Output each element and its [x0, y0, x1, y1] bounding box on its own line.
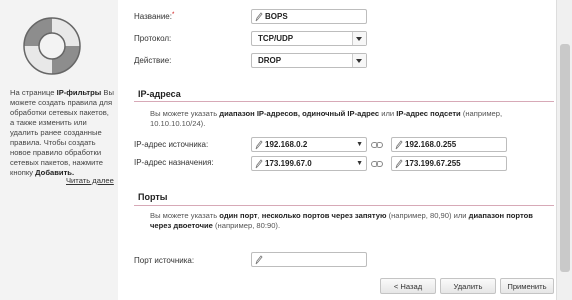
pencil-icon: [255, 255, 263, 265]
ip-section-description: Вы можете указать диапазон IP-адресов, о…: [150, 109, 503, 128]
action-select[interactable]: DROP: [251, 53, 367, 68]
chevron-down-icon: [352, 54, 366, 67]
range-link-icon: [371, 142, 383, 148]
action-label: Действие:: [134, 56, 172, 65]
protocol-select[interactable]: TCP/UDP: [251, 31, 367, 46]
action-bar: < Назад Удалить Применить: [118, 274, 556, 300]
name-label: Название:*: [134, 12, 175, 21]
pencil-icon: [395, 140, 403, 150]
range-link-icon: [371, 161, 383, 167]
pencil-icon: [255, 12, 263, 22]
dropdown-arrow-icon[interactable]: ▼: [356, 138, 363, 151]
apply-button[interactable]: Применить: [500, 278, 554, 294]
protocol-label: Протокол:: [134, 34, 172, 43]
source-port-label: Порт источника:: [134, 256, 195, 265]
scrollbar-thumb[interactable]: [560, 44, 570, 272]
pencil-icon: [395, 159, 403, 169]
read-more-link[interactable]: Читать далее: [66, 176, 114, 185]
ip-section-title: IP-адреса: [138, 89, 181, 99]
ip-section-divider: [134, 101, 554, 102]
ports-section-description: Вы можете указать один порт, несколько п…: [150, 211, 533, 230]
help-text: На странице IP-фильтры Вы можете создать…: [10, 88, 114, 177]
source-ip-from-field[interactable]: 192.168.0.2 ▼: [251, 137, 367, 152]
source-port-field[interactable]: [251, 252, 367, 267]
back-button[interactable]: < Назад: [380, 278, 436, 294]
pencil-icon: [255, 140, 263, 150]
pencil-icon: [255, 159, 263, 169]
lifebuoy-icon: [23, 17, 81, 75]
destination-ip-to-field[interactable]: 173.199.67.255: [391, 156, 507, 171]
source-ip-to-field[interactable]: 192.168.0.255: [391, 137, 507, 152]
help-sidebar: На странице IP-фильтры Вы можете создать…: [0, 0, 118, 300]
destination-ip-from-field[interactable]: 173.199.67.0 ▼: [251, 156, 367, 171]
ports-section-divider: [134, 205, 554, 206]
chevron-down-icon: [352, 32, 366, 45]
dropdown-arrow-icon[interactable]: ▼: [356, 157, 363, 170]
source-ip-label: IP-адрес источника:: [134, 140, 209, 149]
name-field[interactable]: BOPS: [251, 9, 367, 24]
ports-section-title: Порты: [138, 192, 168, 202]
destination-ip-label: IP-адрес назначения:: [134, 158, 214, 167]
delete-button[interactable]: Удалить: [440, 278, 496, 294]
vertical-scrollbar[interactable]: [556, 0, 572, 300]
